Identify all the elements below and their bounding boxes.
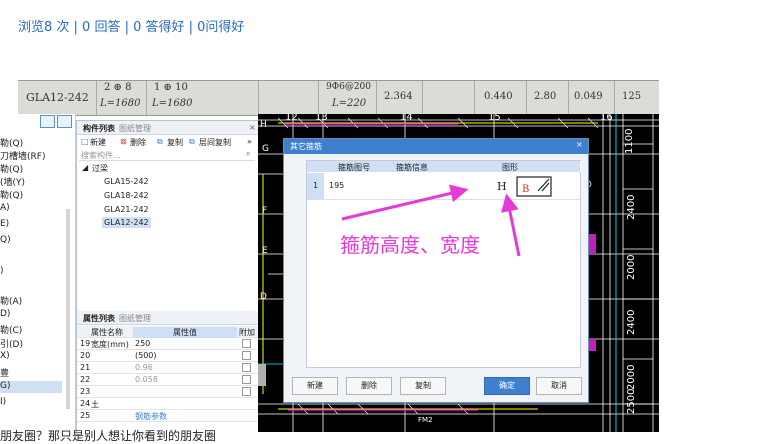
annotation-arrows — [341, 184, 521, 257]
bottom-caption: 朋友圈？那只是别人想让你看到的朋友圈 — [0, 429, 217, 443]
annotation-text: 箍筋高度、宽度 — [340, 233, 480, 257]
